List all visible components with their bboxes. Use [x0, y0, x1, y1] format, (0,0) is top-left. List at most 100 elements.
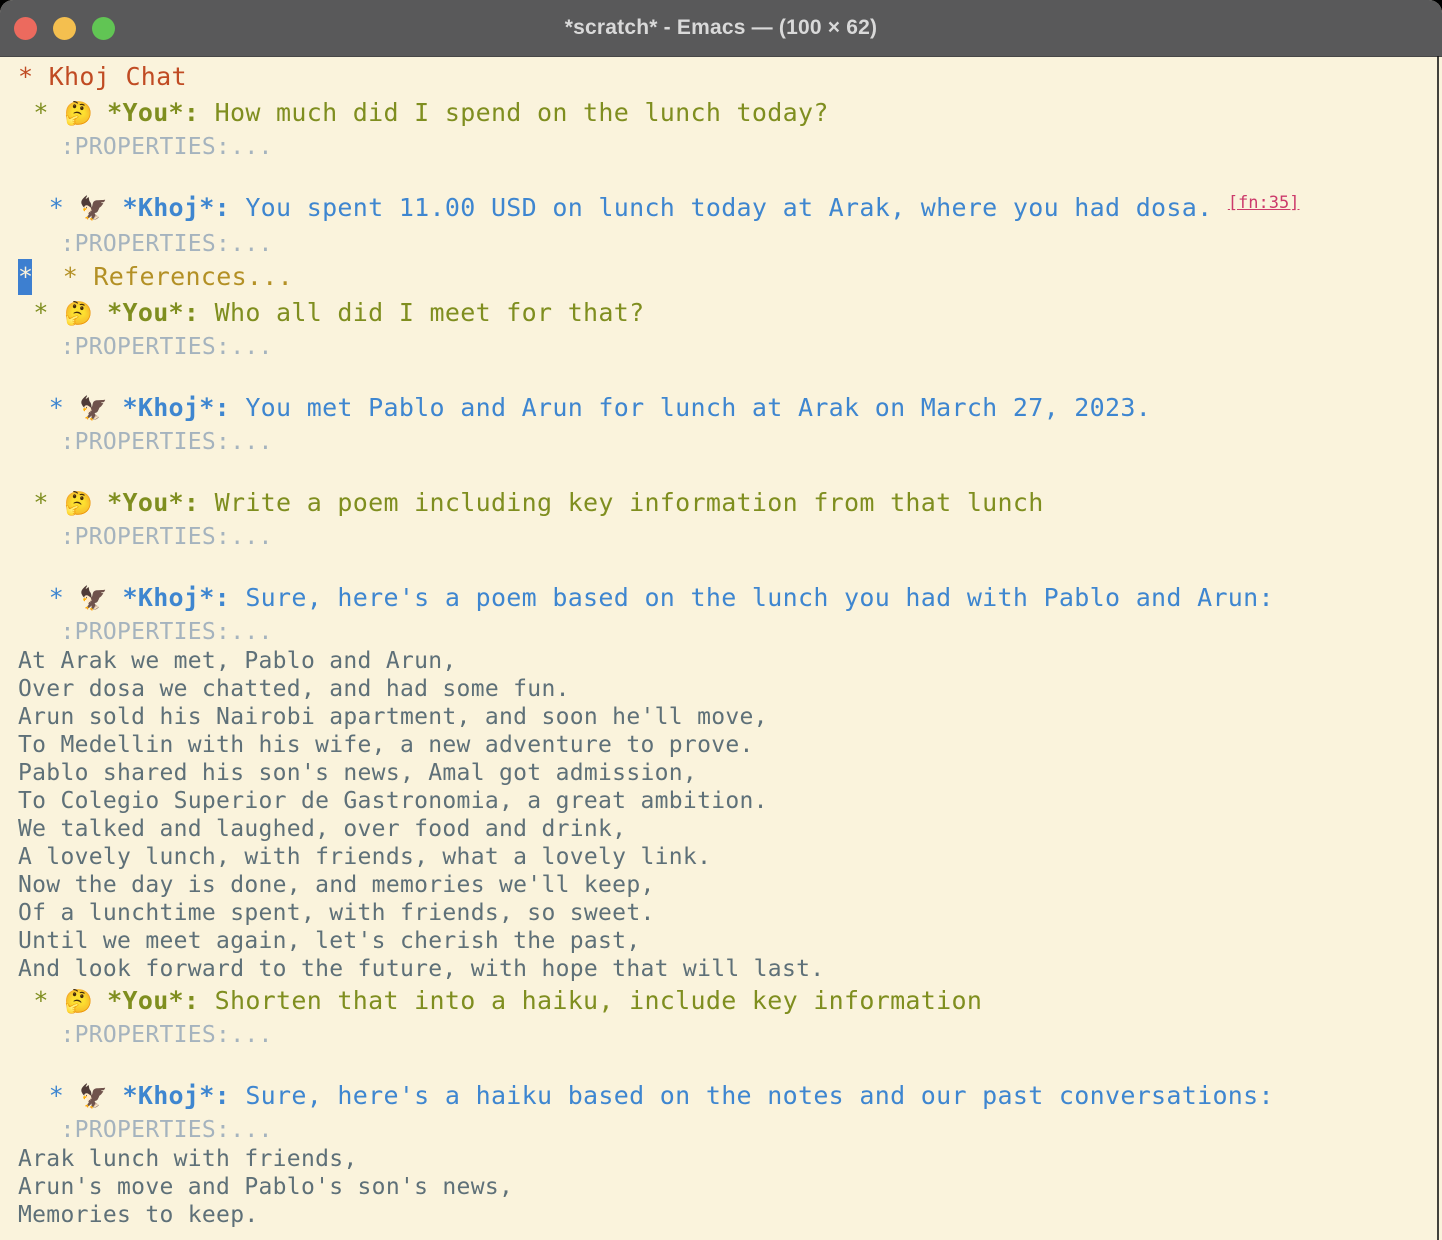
you-speaker-label: *You*: [107, 298, 199, 327]
buffer-line-body: At Arak we met, Pablo and Arun, [18, 647, 1442, 675]
message-body-text: Pablo shared his son's news, Amal got ad… [18, 760, 697, 786]
buffer-line-body: Memories to keep. [18, 1201, 1442, 1229]
message-body-text: Memories to keep. [18, 1202, 259, 1228]
traffic-lights [14, 0, 115, 56]
blank-line [18, 458, 32, 484]
message-body-text: Of a lunchtime spent, with friends, so s… [18, 900, 655, 926]
buffer-line-props: :PROPERTIES:... [18, 522, 1442, 552]
you-message-text: How much did I spend on the lunch today? [199, 98, 828, 127]
buffer-line-props: :PROPERTIES:... [18, 132, 1442, 162]
message-body-text: Now the day is done, and memories we'll … [18, 872, 655, 898]
properties-drawer-folded[interactable]: :PROPERTIES:... [18, 429, 273, 455]
thinking-face-emoji: 🤔 [64, 301, 107, 327]
buffer-line-body: And look forward to the future, with hop… [18, 955, 1442, 983]
blank-line [18, 553, 32, 579]
org-star-level3: * [18, 1081, 79, 1110]
thinking-face-emoji: 🤔 [64, 491, 107, 517]
khoj-message-text: Sure, here's a haiku based on the notes … [230, 1081, 1274, 1110]
buffer-line-body: We talked and laughed, over food and dri… [18, 815, 1442, 843]
message-body-text: At Arak we met, Pablo and Arun, [18, 648, 457, 674]
buffer-line-body: Now the day is done, and memories we'll … [18, 871, 1442, 899]
references-heading-folded[interactable]: References... [93, 262, 293, 291]
buffer-line-khoj: * 🦅 *Khoj*: Sure, here's a haiku based o… [18, 1078, 1442, 1115]
buffer-line-props: :PROPERTIES:... [18, 427, 1442, 457]
properties-drawer-folded[interactable]: :PROPERTIES:... [18, 619, 273, 645]
buffer-line-blank [18, 162, 1442, 190]
buffer-line-body: Arak lunch with friends, [18, 1145, 1442, 1173]
you-message-text: Write a poem including key information f… [199, 488, 1043, 517]
you-message-text: Shorten that into a haiku, include key i… [199, 986, 982, 1015]
window-titlebar[interactable]: *scratch* - Emacs — (100 × 62) [0, 0, 1442, 57]
thinking-face-emoji: 🤔 [64, 989, 107, 1015]
buffer-line-refs: * * References... [18, 259, 1442, 295]
org-star-level1: * [18, 62, 49, 91]
properties-drawer-folded[interactable]: :PROPERTIES:... [18, 231, 273, 257]
buffer-line-props: :PROPERTIES:... [18, 1115, 1442, 1145]
buffer-line-you: * 🤔 *You*: How much did I spend on the l… [18, 95, 1442, 132]
khoj-speaker-label: *Khoj*: [123, 393, 230, 422]
blank-line [18, 363, 32, 389]
khoj-message-text: You met Pablo and Arun for lunch at Arak… [230, 393, 1151, 422]
buffer-line-blank [18, 457, 1442, 485]
message-body-text: To Colegio Superior de Gastronomia, a gr… [18, 788, 768, 814]
window-right-edge [1437, 56, 1439, 1240]
you-speaker-label: *You*: [107, 98, 199, 127]
org-star-level3: * [18, 583, 79, 612]
message-body-text: To Medellin with his wife, a new adventu… [18, 732, 754, 758]
blank-line [18, 163, 32, 189]
buffer-line-blank [18, 552, 1442, 580]
eagle-emoji: 🦅 [79, 396, 122, 422]
buffer-line-body: Over dosa we chatted, and had some fun. [18, 675, 1442, 703]
khoj-speaker-label: *Khoj*: [123, 1081, 230, 1110]
buffer-line-props: :PROPERTIES:... [18, 332, 1442, 362]
buffer-line-h1: * Khoj Chat [18, 59, 1442, 95]
thinking-face-emoji: 🤔 [64, 101, 107, 127]
eagle-emoji: 🦅 [79, 1084, 122, 1110]
footnote-link[interactable]: [fn:35] [1228, 193, 1300, 213]
properties-drawer-folded[interactable]: :PROPERTIES:... [18, 524, 273, 550]
org-star-level2: * [18, 986, 64, 1015]
close-button[interactable] [14, 17, 37, 40]
emacs-window: *scratch* - Emacs — (100 × 62) * Khoj Ch… [0, 0, 1442, 1240]
org-star-level2: * [18, 488, 64, 517]
message-body-text: Until we meet again, let's cherish the p… [18, 928, 640, 954]
buffer-line-body: Until we meet again, let's cherish the p… [18, 927, 1442, 955]
eagle-emoji: 🦅 [79, 586, 122, 612]
properties-drawer-folded[interactable]: :PROPERTIES:... [18, 334, 273, 360]
properties-drawer-folded[interactable]: :PROPERTIES:... [18, 1022, 273, 1048]
message-body-text: We talked and laughed, over food and dri… [18, 816, 626, 842]
minimize-button[interactable] [53, 17, 76, 40]
message-body-text: And look forward to the future, with hop… [18, 956, 824, 982]
eagle-emoji: 🦅 [79, 196, 122, 222]
spacer [1212, 193, 1227, 222]
buffer-line-props: :PROPERTIES:... [18, 1020, 1442, 1050]
khoj-message-text: Sure, here's a poem based on the lunch y… [230, 583, 1274, 612]
org-star-level3: * [18, 393, 79, 422]
khoj-speaker-label: *Khoj*: [123, 583, 230, 612]
buffer-line-blank [18, 362, 1442, 390]
zoom-button[interactable] [92, 17, 115, 40]
org-star-level2: * [18, 298, 64, 327]
buffer-line-you: * 🤔 *You*: Shorten that into a haiku, in… [18, 983, 1442, 1020]
buffer-line-khoj: * 🦅 *Khoj*: You met Pablo and Arun for l… [18, 390, 1442, 427]
blank-line [18, 1051, 32, 1077]
buffer-line-body: Of a lunchtime spent, with friends, so s… [18, 899, 1442, 927]
buffer-line-body: Arun's move and Pablo's son's news, [18, 1173, 1442, 1201]
emacs-buffer[interactable]: * Khoj Chat * 🤔 *You*: How much did I sp… [0, 57, 1442, 1229]
buffer-line-you: * 🤔 *You*: Who all did I meet for that? [18, 295, 1442, 332]
text-cursor: * [18, 259, 32, 295]
properties-drawer-folded[interactable]: :PROPERTIES:... [18, 134, 273, 160]
buffer-line-body: A lovely lunch, with friends, what a lov… [18, 843, 1442, 871]
buffer-line-blank [18, 1050, 1442, 1078]
buffer-line-khoj: * 🦅 *Khoj*: Sure, here's a poem based on… [18, 580, 1442, 617]
chat-title-text: Khoj Chat [49, 62, 187, 91]
message-body-text: Over dosa we chatted, and had some fun. [18, 676, 570, 702]
message-body-text: A lovely lunch, with friends, what a lov… [18, 844, 711, 870]
khoj-message-text: You spent 11.00 USD on lunch today at Ar… [230, 193, 1212, 222]
org-star-level2: * [18, 98, 64, 127]
buffer-line-you: * 🤔 *You*: Write a poem including key in… [18, 485, 1442, 522]
properties-drawer-folded[interactable]: :PROPERTIES:... [18, 1117, 273, 1143]
you-speaker-label: *You*: [107, 488, 199, 517]
buffer-line-body: Arun sold his Nairobi apartment, and soo… [18, 703, 1442, 731]
message-body-text: Arun's move and Pablo's son's news, [18, 1174, 513, 1200]
